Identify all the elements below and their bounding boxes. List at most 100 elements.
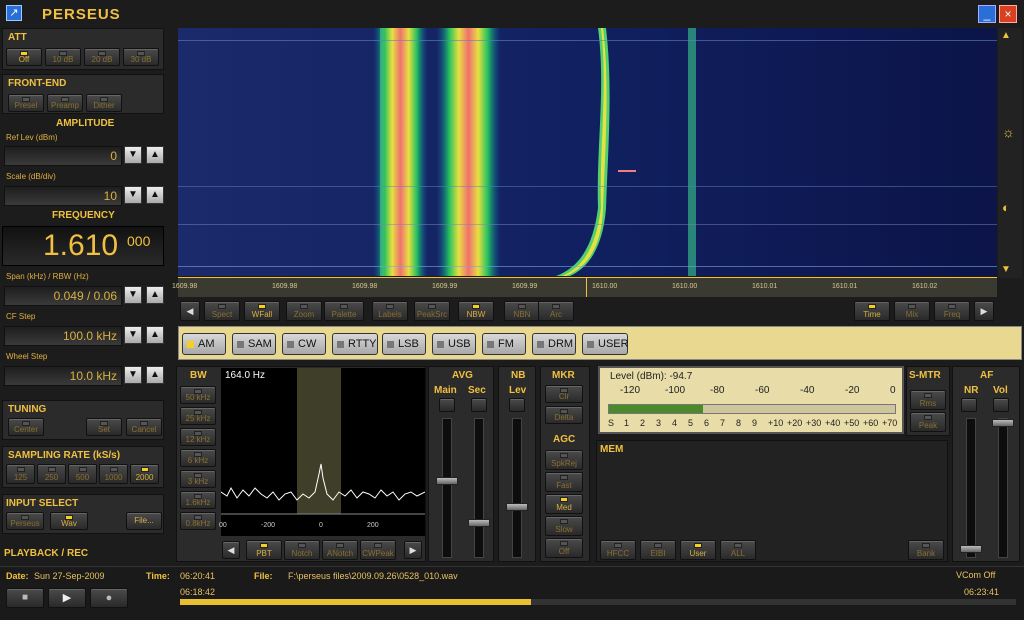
bw-left-arrow-icon[interactable]: ◀ [222,541,240,559]
input-wav-button[interactable]: Wav [50,512,88,530]
mode-rtty-button[interactable]: RTTY [332,333,378,355]
span-up-icon[interactable]: ▲ [146,286,164,304]
stop-button[interactable]: ■ [6,588,44,608]
ref-level-up-icon[interactable]: ▲ [146,146,164,164]
sampling-1000-button[interactable]: 1000 [99,464,128,484]
mode-sam-button[interactable]: SAM [232,333,276,355]
playback-progress-track[interactable] [180,599,1016,605]
toolbar-right-arrow-icon[interactable]: ▶ [974,301,994,321]
avg-sec-toggle-button[interactable] [471,398,487,412]
toolbar-wfall-button[interactable]: WFall [244,301,280,321]
mode-usb-button[interactable]: USB [432,333,476,355]
ref-level-down-icon[interactable]: ▼ [124,146,142,164]
bw-50-khz-button[interactable]: 50 kHz [180,386,216,404]
smtr-peak-button[interactable]: Peak [910,412,946,432]
tuning-set-button[interactable]: Set [86,418,122,436]
agc-med-button[interactable]: Med [545,494,583,514]
frontend-preamp-button[interactable]: Preamp [47,94,83,112]
toolbar-left-arrow-icon[interactable]: ◀ [180,301,200,321]
agc-fast-button[interactable]: Fast [545,472,583,492]
agc-off-button[interactable]: Off [545,538,583,558]
toolbar-peaksrc-button[interactable]: PeakSrc [414,301,450,321]
mem-user-button[interactable]: User [680,540,716,560]
minimize-button[interactable]: _ [978,5,996,23]
frontend-dither-button[interactable]: Dither [86,94,122,112]
wheel-step-up-icon[interactable]: ▲ [146,366,164,384]
toolbar-palette-button[interactable]: Palette [324,301,364,321]
bw-6-khz-button[interactable]: 6 kHz [180,449,216,467]
wheel-step-down-icon[interactable]: ▼ [124,366,142,384]
tuning-cancel-button[interactable]: Cancel [126,418,162,436]
af-vol-toggle-button[interactable] [993,398,1009,412]
toolbar-spect-button[interactable]: Spect [204,301,240,321]
avg-main-slider[interactable] [436,418,458,558]
bw-25-khz-button[interactable]: 25 kHz [180,407,216,425]
scroll-down-icon[interactable]: ▼ [1001,264,1011,275]
record-button[interactable]: ● [90,588,128,608]
bw-cwpeak-button[interactable]: CWPeak [360,540,396,560]
att-20-db-button[interactable]: 20 dB [84,48,120,66]
toolbar-labels-button[interactable]: Labels [372,301,408,321]
att-off-button[interactable]: Off [6,48,42,66]
bw-pbt-button[interactable]: PBT [246,540,282,560]
scale-down-icon[interactable]: ▼ [124,186,142,204]
bw-right-arrow-icon[interactable]: ▶ [404,541,422,559]
bw-spectrum-display[interactable]: 164.0 Hz 00 -200 0 200 [219,368,426,536]
agc-spkrej-button[interactable]: SpkRej [545,450,583,470]
cf-step-up-icon[interactable]: ▲ [146,326,164,344]
sampling-125-button[interactable]: 125 [6,464,35,484]
toolbar-mix-button[interactable]: Mix [894,301,930,321]
mode-cw-button[interactable]: CW [282,333,326,355]
scroll-up-icon[interactable]: ▲ [1001,30,1011,41]
bw-3-khz-button[interactable]: 3 kHz [180,470,216,488]
mode-user-button[interactable]: USER [582,333,629,355]
mem-bank-button[interactable]: Bank [908,540,944,560]
contrast-icon[interactable]: ◐ [1002,200,1010,215]
mode-fm-button[interactable]: FM [482,333,526,355]
bw-12-khz-button[interactable]: 12 kHz [180,428,216,446]
play-button[interactable]: ▶ [48,588,86,608]
agc-slow-button[interactable]: Slow [545,516,583,536]
toolbar-arc-button[interactable]: Arc [538,301,574,321]
waterfall-display[interactable] [178,28,997,276]
af-nr-toggle-button[interactable] [961,398,977,412]
scale-up-icon[interactable]: ▲ [146,186,164,204]
att-10-db-button[interactable]: 10 dB [45,48,81,66]
frequency-display[interactable]: 1.610 000 [2,226,164,266]
toolbar-nbw-button[interactable]: NBW [458,301,494,321]
avg-sec-slider[interactable] [468,418,490,558]
mkr-delta-button[interactable]: Delta [545,406,583,424]
af-vol-slider[interactable] [992,418,1014,558]
mem-hfcc-button[interactable]: HFCC [600,540,636,560]
bw-1-6khz-button[interactable]: 1.6kHz [180,491,216,509]
mode-lsb-button[interactable]: LSB [382,333,426,355]
af-nr-slider[interactable] [960,418,982,558]
nb-toggle-button[interactable] [509,398,525,412]
smtr-rms-button[interactable]: Rms [910,390,946,410]
att-30-db-button[interactable]: 30 dB [123,48,159,66]
nb-slider[interactable] [506,418,528,558]
cf-step-down-icon[interactable]: ▼ [124,326,142,344]
sampling-250-button[interactable]: 250 [37,464,66,484]
toolbar-zoom-button[interactable]: Zoom [286,301,322,321]
wheel-step-field[interactable]: 10.0 kHz [4,366,122,386]
span-down-icon[interactable]: ▼ [124,286,142,304]
scale-field[interactable]: 10 [4,186,122,206]
mem-all-button[interactable]: ALL [720,540,756,560]
mode-drm-button[interactable]: DRM [532,333,576,355]
close-button[interactable]: × [999,5,1017,23]
mem-eibi-button[interactable]: EIBI [640,540,676,560]
sampling-2000-button[interactable]: 2000 [130,464,159,484]
tuning-center-button[interactable]: Center [8,418,44,436]
ref-level-field[interactable]: 0 [4,146,122,166]
avg-main-toggle-button[interactable] [439,398,455,412]
brightness-icon[interactable]: ☼ [1002,124,1015,140]
span-field[interactable]: 0.049 / 0.06 [4,286,122,306]
mkr-clr-button[interactable]: Clr [545,385,583,403]
bw-anotch-button[interactable]: ANotch [322,540,358,560]
input-perseus-button[interactable]: Perseus [6,512,44,530]
toolbar-nbn-button[interactable]: NBN [504,301,540,321]
cf-step-field[interactable]: 100.0 kHz [4,326,122,346]
mode-am-button[interactable]: AM [182,333,226,355]
toolbar-time-button[interactable]: Time [854,301,890,321]
